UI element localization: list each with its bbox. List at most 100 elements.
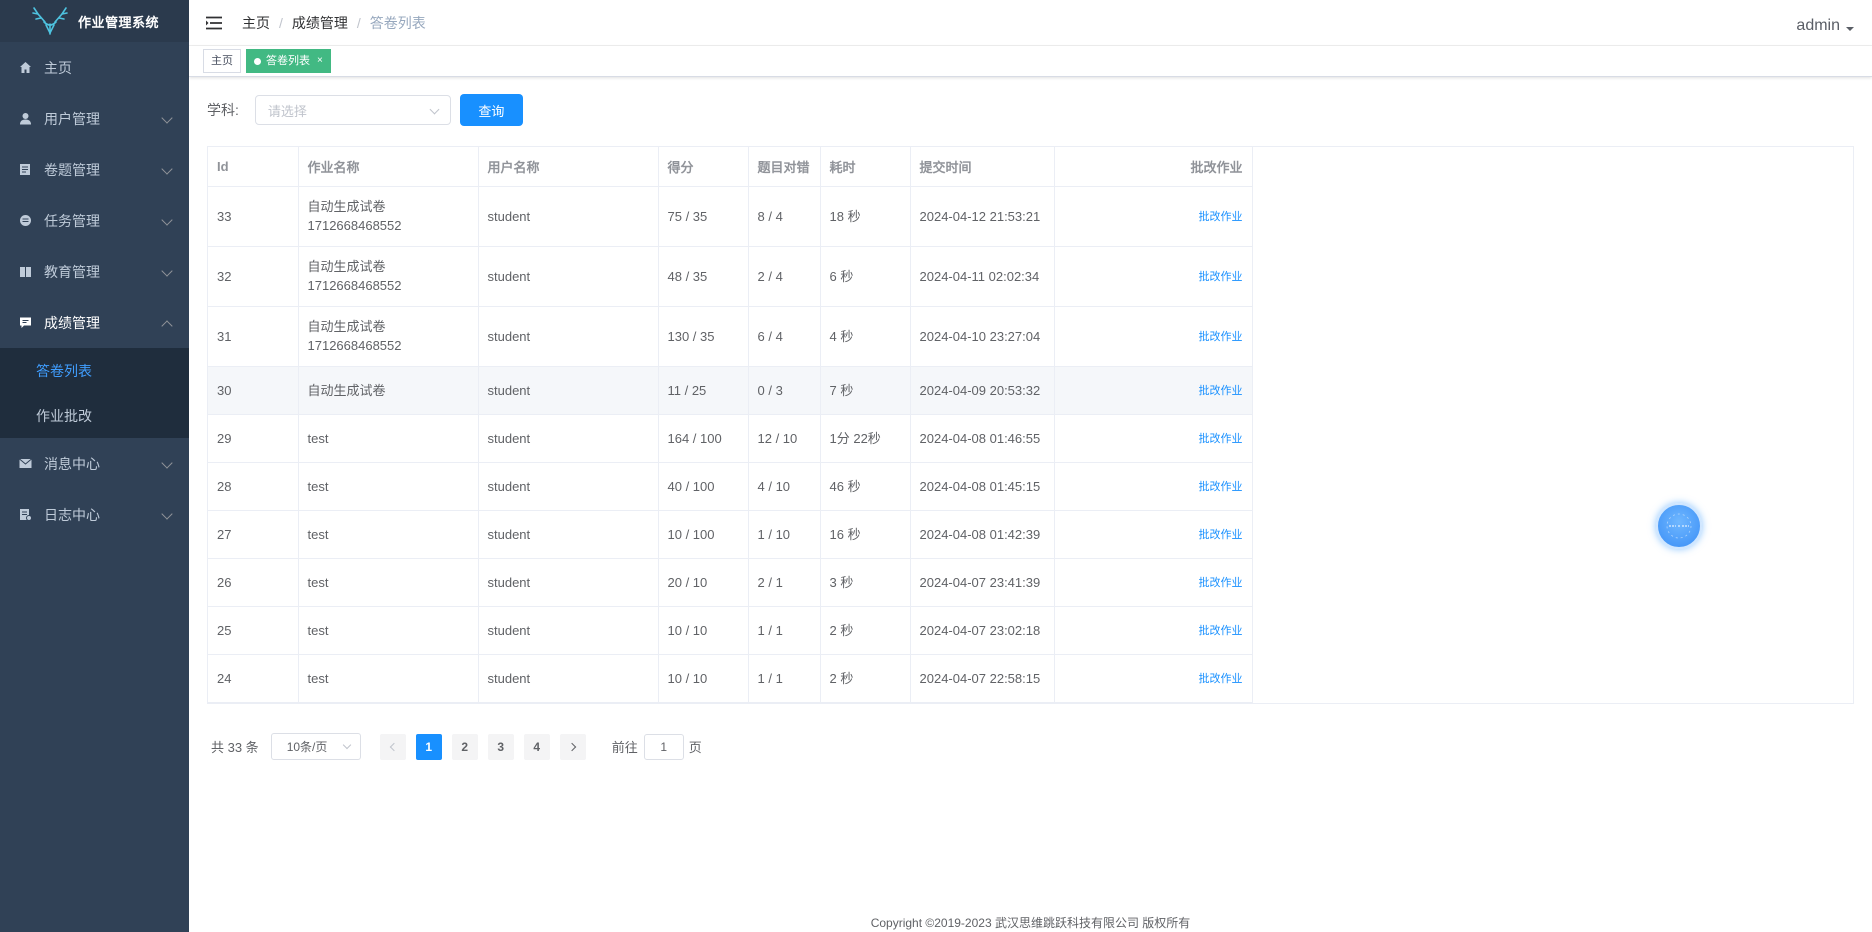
cell-correct: 1 / 10 (748, 510, 821, 559)
chevron-down-icon (161, 213, 173, 226)
cell-user: student (478, 366, 659, 415)
hamburger-icon[interactable] (206, 16, 222, 30)
chevron-left-icon (389, 742, 398, 751)
table-row: 25 test student 10 / 10 1 / 1 2 秒 2024-0… (208, 606, 1253, 655)
close-icon[interactable]: × (317, 50, 323, 72)
cell-submit-time: 2024-04-08 01:42:39 (910, 510, 1055, 559)
sidebar-item-label: 卷题管理 (44, 161, 100, 178)
cell-submit-time: 2024-04-08 01:45:15 (910, 462, 1055, 511)
cell-duration: 4 秒 (820, 306, 911, 367)
sidebar-item-label: 主页 (44, 59, 72, 76)
cell-score: 130 / 35 (658, 306, 749, 367)
cell-correct: 6 / 4 (748, 306, 821, 367)
footer-copyright: Copyright ©2019-2023 武汉思维跳跃科技有限公司 版权所有 (870, 916, 1191, 930)
tag-answer-list[interactable]: 答卷列表 × (246, 49, 331, 73)
review-link[interactable]: 批改作业 (1199, 529, 1243, 541)
cell-score: 10 / 10 (658, 606, 749, 655)
sidebar-item-homework-review[interactable]: 作业批改 (0, 393, 189, 438)
sidebar-item-users[interactable]: 用户管理 (0, 93, 189, 144)
review-link[interactable]: 批改作业 (1199, 433, 1243, 445)
cell-submit-time: 2024-04-07 22:58:15 (910, 654, 1055, 703)
sidebar-item-grades[interactable]: 成绩管理 (0, 297, 189, 348)
logo[interactable]: 作业管理系统 (0, 0, 189, 42)
cell-action: 批改作业 (1054, 654, 1253, 703)
sidebar-item-logs[interactable]: 日志中心 (0, 489, 189, 540)
cell-correct: 2 / 1 (748, 558, 821, 607)
cell-action: 批改作业 (1054, 606, 1253, 655)
goto-label: 前往 (611, 740, 638, 755)
book-icon (18, 265, 32, 279)
review-link[interactable]: 批改作业 (1199, 481, 1243, 493)
cell-action: 批改作业 (1054, 510, 1253, 559)
review-link[interactable]: 批改作业 (1199, 673, 1243, 685)
cell-user: student (478, 462, 659, 511)
table-header-row: Id 作业名称 用户名称 得分 题目对错 耗时 提交时间 批改作业 (208, 147, 1253, 187)
cell-correct: 12 / 10 (748, 414, 821, 463)
sidebar-item-answer-list[interactable]: 答卷列表 (0, 348, 189, 393)
sidebar-item-label: 任务管理 (44, 212, 100, 229)
review-link[interactable]: 批改作业 (1199, 577, 1243, 589)
sidebar-item-messages[interactable]: 消息中心 (0, 438, 189, 489)
subject-select[interactable]: 请选择 (254, 95, 451, 125)
review-link[interactable]: 批改作业 (1199, 385, 1243, 397)
next-page-button[interactable] (559, 733, 586, 760)
page-button-3[interactable]: 3 (487, 733, 514, 760)
chevron-down-icon (161, 162, 173, 175)
page-button-1[interactable]: 1 (415, 733, 442, 760)
chevron-down-icon (161, 507, 173, 520)
cell-action: 批改作业 (1054, 414, 1253, 463)
mail-icon (18, 457, 32, 471)
cell-score: 75 / 35 (658, 186, 749, 247)
query-button[interactable]: 查询 (459, 94, 523, 126)
cell-id: 27 (208, 510, 299, 559)
breadcrumb-home[interactable]: 主页 (242, 13, 270, 33)
table-row: 30 自动生成试卷 student 11 / 25 0 / 3 7 秒 2024… (208, 366, 1253, 415)
cell-score: 10 / 10 (658, 654, 749, 703)
cell-correct: 2 / 4 (748, 246, 821, 307)
cell-action: 批改作业 (1054, 246, 1253, 307)
table-row: 33 自动生成试卷1712668468552 student 75 / 35 8… (208, 186, 1253, 247)
cell-id: 25 (208, 606, 299, 655)
sidebar-item-label: 教育管理 (44, 263, 100, 280)
page-size-select[interactable]: 10条/页 (270, 733, 361, 760)
log-icon (18, 508, 32, 522)
table-row: 32 自动生成试卷1712668468552 student 48 / 35 2… (208, 246, 1253, 307)
cell-user: student (478, 510, 659, 559)
review-link[interactable]: 批改作业 (1199, 625, 1243, 637)
sidebar-item-label: 成绩管理 (44, 314, 100, 331)
breadcrumb-separator: / (356, 14, 361, 31)
sidebar-item-home[interactable]: 主页 (0, 42, 189, 93)
table-row: 24 test student 10 / 10 1 / 1 2 秒 2024-0… (208, 654, 1253, 703)
sidebar-item-education[interactable]: 教育管理 (0, 246, 189, 297)
floating-assistant-button[interactable] (1656, 503, 1702, 549)
navbar: 主页 / 成绩管理 / 答卷列表 admin (189, 0, 1872, 46)
user-menu[interactable]: admin (1796, 17, 1854, 35)
review-link[interactable]: 批改作业 (1199, 271, 1243, 283)
cell-name: test (298, 558, 479, 607)
cell-correct: 1 / 1 (748, 606, 821, 655)
column-header-action: 批改作业 (1054, 147, 1253, 187)
review-link[interactable]: 批改作业 (1199, 331, 1243, 343)
subject-label: 学科: (207, 102, 239, 118)
review-link[interactable]: 批改作业 (1199, 211, 1243, 223)
cell-user: student (478, 654, 659, 703)
cell-duration: 16 秒 (820, 510, 911, 559)
cell-name: 自动生成试卷 (298, 366, 479, 415)
cell-id: 31 (208, 306, 299, 367)
sidebar-item-papers[interactable]: 卷题管理 (0, 144, 189, 195)
cell-name: 自动生成试卷1712668468552 (298, 306, 479, 367)
cell-score: 20 / 10 (658, 558, 749, 607)
page-button-4[interactable]: 4 (523, 733, 550, 760)
cell-duration: 6 秒 (820, 246, 911, 307)
cell-user: student (478, 606, 659, 655)
tag-home[interactable]: 主页 (203, 49, 241, 73)
sidebar-item-tasks[interactable]: 任务管理 (0, 195, 189, 246)
cell-correct: 1 / 1 (748, 654, 821, 703)
goto-page-input[interactable] (643, 733, 684, 760)
cell-submit-time: 2024-04-09 20:53:32 (910, 366, 1055, 415)
page-button-2[interactable]: 2 (451, 733, 478, 760)
column-header-name: 作业名称 (298, 147, 479, 187)
caret-down-icon (1846, 27, 1854, 31)
prev-page-button[interactable] (379, 733, 406, 760)
breadcrumb-grades[interactable]: 成绩管理 (292, 13, 348, 33)
